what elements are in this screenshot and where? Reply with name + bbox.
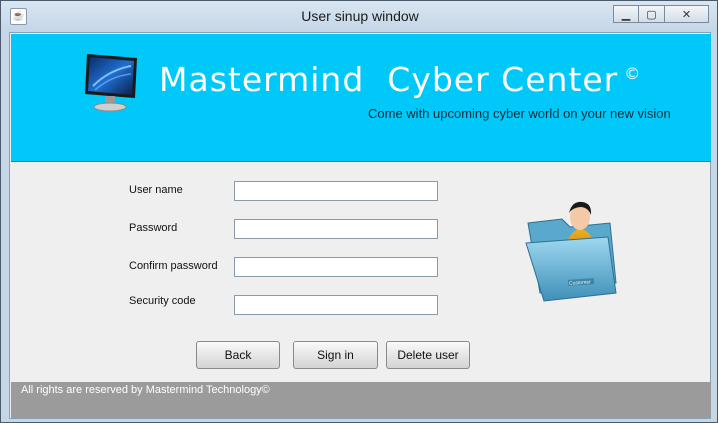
brand-tagline: Come with upcoming cyber world on your n…	[368, 106, 671, 121]
footer-bar: All rights are reserved by Mastermind Te…	[11, 382, 711, 418]
client-area: Mastermind Cyber Center © Come with upcom…	[9, 32, 711, 419]
header-banner: Mastermind Cyber Center © Come with upcom…	[11, 34, 711, 162]
confirm-password-label: Confirm password	[129, 260, 218, 272]
confirm-password-input[interactable]	[234, 257, 438, 277]
maximize-button[interactable]: ▢	[639, 5, 665, 23]
window-controls: ▁ ▢ ✕	[613, 5, 709, 23]
back-button[interactable]: Back	[196, 341, 280, 369]
minimize-icon: ▁	[621, 8, 631, 21]
maximize-icon: ▢	[646, 8, 657, 21]
security-code-label: Security code	[129, 295, 196, 307]
sign-in-button[interactable]: Sign in	[293, 341, 378, 369]
copyright-mark: ©	[624, 64, 642, 83]
brand-title: Mastermind Cyber Center ©	[159, 60, 641, 99]
username-label: User name	[129, 184, 183, 196]
password-label: Password	[129, 222, 178, 234]
password-input[interactable]	[234, 219, 438, 239]
delete-user-button[interactable]: Delete user	[386, 341, 470, 369]
close-button[interactable]: ✕	[665, 5, 709, 23]
user-folder-icon: Customer	[525, 201, 617, 302]
brand-title-text: Mastermind Cyber Center	[159, 60, 619, 99]
close-icon: ✕	[681, 8, 692, 21]
title-bar[interactable]: ☕ User sinup window ▁ ▢ ✕	[1, 1, 717, 31]
security-code-input[interactable]	[234, 295, 438, 315]
minimize-button[interactable]: ▁	[613, 5, 639, 23]
footer-text: All rights are reserved by Mastermind Te…	[21, 384, 270, 396]
window-title: User sinup window	[301, 8, 419, 24]
window-frame: ☕ User sinup window ▁ ▢ ✕ Mastermind Cyb…	[0, 0, 718, 423]
monitor-icon	[85, 54, 137, 112]
username-input[interactable]	[234, 181, 438, 201]
